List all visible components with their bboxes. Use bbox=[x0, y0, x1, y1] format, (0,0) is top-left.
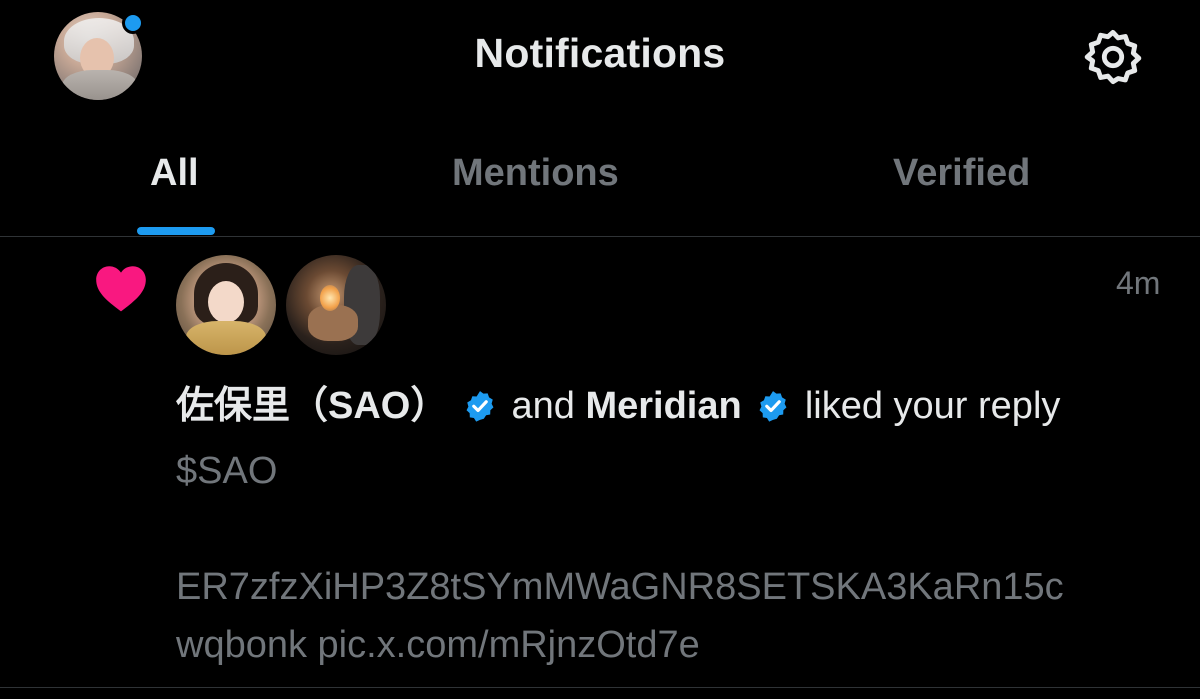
reply-preview-line: wqbonk pic.x.com/mRjnzOtd7e bbox=[176, 624, 700, 666]
timestamp: 4m bbox=[1116, 265, 1161, 301]
avatar-face bbox=[208, 281, 244, 323]
gear-icon[interactable] bbox=[1084, 28, 1142, 86]
tab-verified[interactable]: Verified bbox=[893, 152, 1030, 195]
heart-icon bbox=[92, 261, 150, 313]
notification-message: 佐保里（SAO） and Meridian liked your reply bbox=[176, 377, 1176, 435]
avatar-meridian[interactable] bbox=[286, 255, 386, 355]
tab-mentions[interactable]: Mentions bbox=[452, 152, 619, 195]
tab-bar: All Mentions Verified bbox=[0, 118, 1200, 237]
verified-badge-icon bbox=[463, 382, 497, 422]
divider bbox=[0, 687, 1200, 688]
page-title: Notifications bbox=[474, 30, 726, 76]
verified-badge-icon bbox=[756, 382, 790, 422]
avatar-shirt bbox=[186, 321, 266, 355]
action-text: liked your reply bbox=[804, 385, 1061, 427]
avatar-sao[interactable] bbox=[176, 255, 276, 355]
notification-item[interactable]: 4m 佐保里（SAO） and Meridian liked your repl… bbox=[0, 237, 1200, 699]
active-tab-indicator bbox=[137, 227, 215, 235]
reply-preview[interactable]: $SAO ER7zfzXiHP3Z8tSYmMWaGNR8SETSKA3KaRn… bbox=[176, 442, 1176, 674]
header: Notifications bbox=[0, 0, 1200, 118]
user-name-link[interactable]: 佐保里（SAO） bbox=[176, 385, 448, 427]
connector-text: and bbox=[511, 385, 575, 427]
reply-preview-line: $SAO bbox=[176, 450, 278, 492]
avatar-flame bbox=[320, 285, 340, 311]
reply-preview-line: ER7zfzXiHP3Z8tSYmMWaGNR8SETSKA3KaRn15c bbox=[176, 566, 1064, 608]
tab-all[interactable]: All bbox=[150, 152, 199, 195]
user-name-link[interactable]: Meridian bbox=[585, 385, 741, 427]
